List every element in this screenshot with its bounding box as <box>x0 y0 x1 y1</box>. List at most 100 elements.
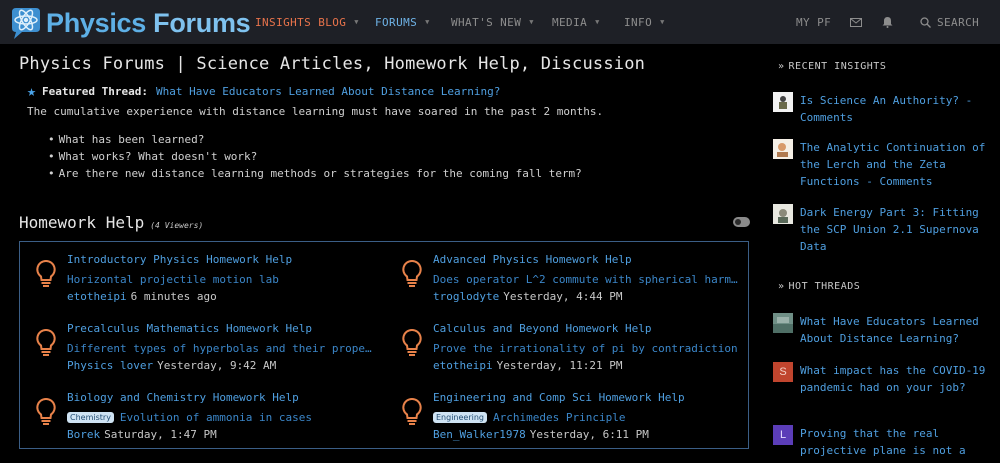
section-title-text: Homework Help <box>19 213 145 232</box>
latest-thread-link: Engineering Archimedes Principle <box>433 411 625 424</box>
post-time: Yesterday, 9:42 AM <box>157 359 277 372</box>
double-chevron-icon: » <box>778 281 785 292</box>
post-time: 6 minutes ago <box>130 290 217 303</box>
lightbulb-icon <box>36 259 56 287</box>
chevron-down-icon: ▼ <box>354 18 359 26</box>
forum-node: Advanced Physics Homework Help Does oper… <box>402 253 749 313</box>
forum-title-link[interactable]: Advanced Physics Homework Help <box>433 253 632 266</box>
nav-media-label: MEDIA <box>552 15 588 29</box>
hot-threads-heading: » HOT THREADS <box>778 281 860 292</box>
forum-node: Calculus and Beyond Homework Help Prove … <box>402 322 749 382</box>
forum-title-link[interactable]: Introductory Physics Homework Help <box>67 253 292 266</box>
prefix-tag[interactable]: Engineering <box>433 412 487 423</box>
search-icon <box>920 16 931 28</box>
username-link[interactable]: etotheipi <box>433 359 493 372</box>
lightbulb-icon <box>36 328 56 356</box>
latest-post-meta: Physics lover Yesterday, 9:42 AM <box>67 359 276 372</box>
featured-bullet-list: What has been learned? What works? What … <box>48 133 582 184</box>
inbox-icon[interactable] <box>850 0 862 44</box>
section-title[interactable]: Homework Help (4 Viewers) <box>19 213 203 232</box>
forum-title-link[interactable]: Biology and Chemistry Homework Help <box>67 391 299 404</box>
nav-info[interactable]: INFO ▼ <box>624 0 665 44</box>
nav-forums[interactable]: FORUMS ▼ <box>375 0 430 44</box>
latest-thread-link: Chemistry Evolution of ammonia in cases <box>67 411 312 424</box>
featured-thread-link[interactable]: What Have Educators Learned About Distan… <box>156 85 500 98</box>
featured-description: The cumulative experience with distance … <box>27 105 604 118</box>
forum-title-link[interactable]: Precalculus Mathematics Homework Help <box>67 322 312 335</box>
nav-insights-blog[interactable]: INSIGHTS BLOG ▼ <box>255 0 359 44</box>
list-item: What works? What doesn't work? <box>48 150 582 167</box>
chevron-down-icon: ▼ <box>425 18 430 26</box>
alerts-icon[interactable] <box>882 0 893 44</box>
forum-title-link[interactable]: Engineering and Comp Sci Homework Help <box>433 391 685 404</box>
logo-word-forums: Forums <box>153 7 251 38</box>
post-time: Saturday, 1:47 PM <box>104 428 217 441</box>
post-time: Yesterday, 6:11 PM <box>529 428 649 441</box>
lightbulb-icon <box>36 397 56 425</box>
double-chevron-icon: » <box>778 61 785 72</box>
search-button[interactable]: SEARCH <box>920 0 979 44</box>
latest-thread-title[interactable]: Archimedes Principle <box>493 411 625 424</box>
username-link[interactable]: etotheipi <box>67 290 127 303</box>
chevron-down-icon: ▼ <box>529 18 534 26</box>
nav-whats-new[interactable]: WHAT'S NEW ▼ <box>451 0 534 44</box>
latest-thread-link[interactable]: Does operator L^2 commute with spherical… <box>433 273 744 286</box>
username-link[interactable]: Borek <box>67 428 100 441</box>
forum-node: Biology and Chemistry Homework Help Chem… <box>36 391 383 451</box>
site-logo[interactable]: Physics Forums <box>6 4 251 42</box>
lightbulb-icon <box>402 259 422 287</box>
search-label: SEARCH <box>937 15 980 29</box>
forum-title-link[interactable]: Calculus and Beyond Homework Help <box>433 322 652 335</box>
latest-post-meta: Ben_Walker1978 Yesterday, 6:11 PM <box>433 428 649 441</box>
viewer-count: (4 Viewers) <box>150 221 204 230</box>
prefix-tag[interactable]: Chemistry <box>67 412 114 423</box>
insight-thumbnail <box>773 139 793 159</box>
chevron-down-icon: ▼ <box>660 18 665 26</box>
latest-thread-link[interactable]: Prove the irrationality of pi by contrad… <box>433 342 738 355</box>
logo-word-physics: Physics <box>46 7 146 38</box>
insight-link[interactable]: Is Science An Authority? - Comments <box>800 92 995 126</box>
atom-logo-icon <box>12 8 40 39</box>
nav-forums-label: FORUMS <box>375 15 418 29</box>
featured-label: Featured Thread: <box>42 85 148 98</box>
forum-node: Introductory Physics Homework Help Horiz… <box>36 253 383 313</box>
page-title: Physics Forums | Science Articles, Homew… <box>19 54 646 74</box>
latest-thread-link[interactable]: Different types of hyperbolas and their … <box>67 342 378 355</box>
collapse-toggle[interactable] <box>733 217 750 227</box>
latest-post-meta: etotheipi 6 minutes ago <box>67 290 217 303</box>
bell-icon <box>882 17 893 28</box>
nav-my-pf-label: MY PF <box>796 15 832 29</box>
latest-post-meta: troglodyte Yesterday, 4:44 PM <box>433 290 622 303</box>
latest-post-meta: etotheipi Yesterday, 11:21 PM <box>433 359 622 372</box>
insight-link[interactable]: The Analytic Continuation of the Lerch a… <box>800 139 995 190</box>
forum-list: Introductory Physics Homework Help Horiz… <box>19 241 749 449</box>
top-navbar: Physics Forums INSIGHTS BLOG ▼ FORUMS ▼ WH… <box>0 0 1000 44</box>
envelope-icon <box>850 17 862 27</box>
logo-text: Physics Forums <box>46 7 251 39</box>
username-link[interactable]: Ben_Walker1978 <box>433 428 526 441</box>
nav-whats-new-label: WHAT'S NEW <box>451 15 522 29</box>
username-link[interactable]: troglodyte <box>433 290 499 303</box>
nav-info-label: INFO <box>624 15 653 29</box>
nav-insights-label: INSIGHTS BLOG <box>255 15 347 29</box>
latest-post-meta: Borek Saturday, 1:47 PM <box>67 428 217 441</box>
forum-node: Precalculus Mathematics Homework Help Di… <box>36 322 383 382</box>
avatar: L <box>773 425 793 445</box>
thread-link[interactable]: Proving that the real projective plane i… <box>800 425 995 459</box>
nav-my-pf[interactable]: MY PF <box>796 0 831 44</box>
thread-link[interactable]: What Have Educators Learned About Distan… <box>800 313 995 347</box>
list-item: What has been learned? <box>48 133 582 150</box>
insight-thumbnail <box>773 204 793 224</box>
forum-node: Engineering and Comp Sci Homework Help E… <box>402 391 749 451</box>
nav-media[interactable]: MEDIA ▼ <box>552 0 600 44</box>
insight-thumbnail <box>773 92 793 112</box>
hot-threads-heading-text: HOT THREADS <box>788 281 861 292</box>
username-link[interactable]: Physics lover <box>67 359 153 372</box>
insight-link[interactable]: Dark Energy Part 3: Fitting the SCP Unio… <box>800 204 995 255</box>
thread-link[interactable]: What impact has the COVID-19 pandemic ha… <box>800 362 995 396</box>
recent-insights-heading: » RECENT INSIGHTS <box>778 61 886 72</box>
latest-thread-title[interactable]: Evolution of ammonia in cases <box>120 411 312 424</box>
star-icon: ★ <box>27 82 37 100</box>
latest-thread-link[interactable]: Horizontal projectile motion lab <box>67 273 279 286</box>
post-time: Yesterday, 11:21 PM <box>496 359 623 372</box>
